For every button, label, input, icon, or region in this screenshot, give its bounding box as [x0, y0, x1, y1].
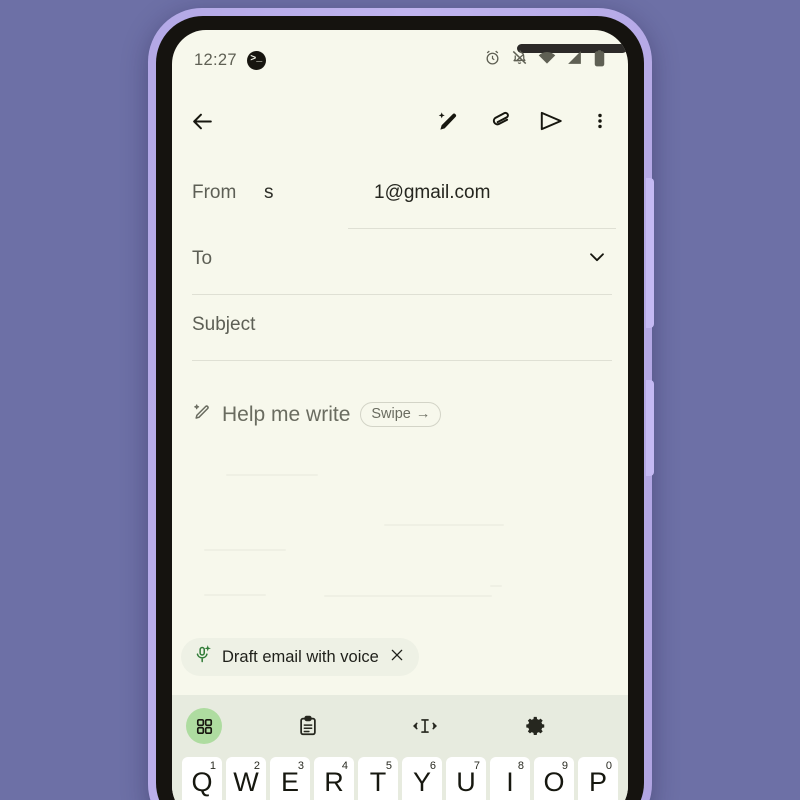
power-button[interactable]	[646, 380, 654, 476]
kb-apps-active-circle	[186, 708, 222, 744]
swipe-chip[interactable]: Swipe →	[360, 402, 442, 427]
key-number-label: 1	[209, 760, 216, 772]
ghost-line	[204, 594, 266, 596]
draft-email-with-voice-chip[interactable]: Draft email with voice	[181, 638, 419, 676]
key-number-label: 6	[429, 760, 436, 772]
ghost-line	[324, 595, 492, 597]
help-me-write-label: Help me write	[222, 402, 351, 426]
key-letter-label: R	[324, 767, 344, 797]
key-e[interactable]: 3E	[270, 757, 310, 800]
key-letter-label: U	[456, 767, 476, 797]
key-w[interactable]: 2W	[226, 757, 266, 800]
key-number-label: 4	[341, 760, 348, 772]
key-letter-label: Y	[412, 767, 431, 797]
key-letter-label: W	[233, 767, 259, 797]
swipe-chip-label: Swipe	[371, 406, 411, 422]
status-time: 12:27	[194, 50, 237, 69]
ghost-line	[226, 474, 318, 476]
from-field-row[interactable]: From s 1@gmail.com	[172, 162, 628, 224]
keyboard: 1Q2W3E4R5T6Y7U8I9O0P	[172, 695, 628, 800]
key-letter-label: I	[506, 767, 514, 797]
key-o[interactable]: 9O	[534, 757, 574, 800]
to-label: To	[192, 248, 213, 269]
key-number-label: 8	[517, 760, 524, 772]
key-i[interactable]: 8I	[490, 757, 530, 800]
attach-icon[interactable]	[487, 109, 512, 134]
wifi-icon	[538, 49, 556, 72]
key-letter-label: E	[280, 767, 299, 797]
to-field-row[interactable]: To	[172, 226, 628, 292]
ghost-line	[384, 524, 504, 526]
key-letter-label: O	[543, 767, 565, 797]
voice-chip-label: Draft email with voice	[222, 647, 379, 666]
ghost-line	[204, 549, 286, 551]
close-icon[interactable]	[389, 647, 405, 668]
key-letter-label: T	[369, 767, 387, 797]
mic-sparkle-icon	[193, 645, 212, 669]
key-number-label: 7	[473, 760, 480, 772]
keyboard-toolbar	[172, 695, 628, 757]
key-y[interactable]: 6Y	[402, 757, 442, 800]
key-number-label: 9	[561, 760, 568, 772]
magic-pen-icon	[192, 402, 212, 427]
subject-label: Subject	[192, 314, 256, 335]
notifications-muted-icon	[511, 49, 528, 71]
kb-apps-icon[interactable]	[186, 708, 275, 744]
app-bar-actions	[436, 108, 610, 134]
kb-text-cursor-icon[interactable]	[386, 715, 501, 737]
more-options-icon[interactable]	[590, 110, 610, 132]
from-account-name: s	[264, 182, 274, 203]
status-bar: 12:27 >_	[172, 40, 628, 80]
cell-signal-icon	[566, 49, 583, 71]
help-me-write-icon[interactable]	[436, 109, 461, 134]
key-number-label: 5	[385, 760, 392, 772]
from-account-email: 1@gmail.com	[374, 182, 491, 203]
key-p[interactable]: 0P	[578, 757, 618, 800]
subject-field-row[interactable]: Subject	[172, 292, 628, 358]
status-left-icons: >_	[246, 50, 266, 70]
screenshot-scene: 12:27 >_ From s 1@gmail.com To Subject H…	[0, 0, 800, 800]
battery-icon	[593, 49, 606, 72]
ghost-line	[490, 585, 502, 587]
key-letter-label: Q	[191, 767, 213, 797]
kb-settings-icon[interactable]	[501, 715, 614, 737]
key-letter-label: P	[588, 767, 607, 797]
keyboard-row-top: 1Q2W3E4R5T6Y7U8I9O0P	[172, 757, 628, 800]
key-u[interactable]: 7U	[446, 757, 486, 800]
from-label: From	[192, 182, 237, 203]
alarm-icon	[484, 49, 501, 71]
key-number-label: 2	[253, 760, 260, 772]
key-number-label: 3	[297, 760, 304, 772]
help-me-write-row[interactable]: Help me write Swipe →	[192, 402, 442, 427]
terminal-icon: >_	[246, 50, 266, 70]
phone-screen: 12:27 >_ From s 1@gmail.com To Subject H…	[172, 30, 628, 800]
kb-clipboard-icon[interactable]	[275, 715, 386, 737]
key-t[interactable]: 5T	[358, 757, 398, 800]
key-q[interactable]: 1Q	[182, 757, 222, 800]
back-button[interactable]	[190, 109, 215, 134]
key-number-label: 0	[605, 760, 612, 772]
subject-divider	[192, 360, 612, 361]
arrow-right-icon: →	[415, 406, 431, 422]
status-right-icons	[484, 49, 606, 72]
app-bar	[172, 92, 628, 150]
send-icon[interactable]	[538, 108, 564, 134]
chevron-down-icon[interactable]	[586, 246, 608, 273]
volume-button[interactable]	[646, 178, 654, 328]
key-r[interactable]: 4R	[314, 757, 354, 800]
